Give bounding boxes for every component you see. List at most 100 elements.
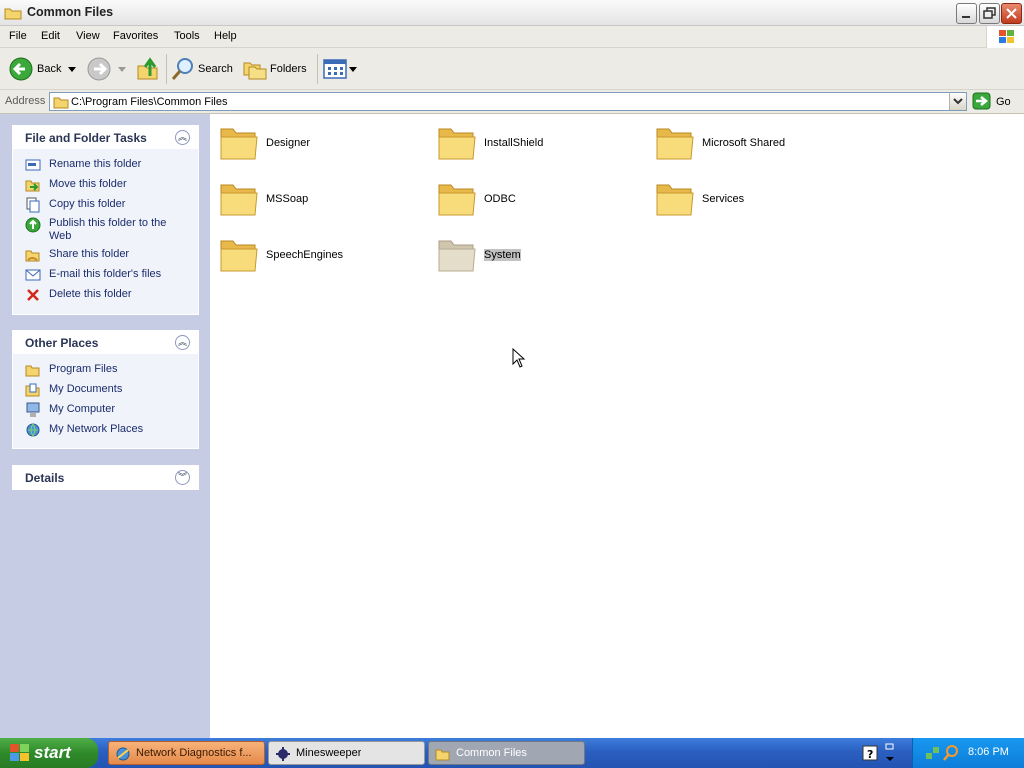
search-tray-icon[interactable] bbox=[943, 745, 959, 761]
folder-item[interactable]: Microsoft Shared bbox=[655, 123, 855, 167]
folder-item-selected[interactable]: System bbox=[437, 235, 637, 279]
system-tray: 8:06 PM bbox=[912, 738, 1024, 768]
email-icon bbox=[25, 269, 41, 281]
forward-button[interactable] bbox=[86, 54, 128, 84]
back-arrow-icon bbox=[9, 57, 33, 81]
folder-item[interactable]: Designer bbox=[219, 123, 419, 167]
menu-edit[interactable]: Edit bbox=[41, 30, 60, 42]
folder-icon bbox=[656, 128, 694, 160]
collapse-icon[interactable]: ︽ bbox=[175, 130, 190, 145]
go-button[interactable]: Go bbox=[972, 92, 1020, 111]
share-icon bbox=[25, 250, 40, 262]
my-computer-icon bbox=[26, 402, 40, 417]
folders-button[interactable]: Folders bbox=[242, 54, 312, 84]
details-panel: Details ︾ bbox=[12, 465, 199, 490]
expand-icon[interactable]: ︾ bbox=[175, 470, 190, 485]
folder-icon bbox=[438, 128, 476, 160]
panel-header[interactable]: Other Places ︽ bbox=[13, 331, 198, 354]
other-places-panel: Other Places ︽ Program Files My Document… bbox=[12, 330, 199, 449]
taskbar-button-minesweeper[interactable]: Minesweeper bbox=[268, 741, 425, 765]
address-bar: Address C:\Program Files\Common Files Go bbox=[0, 90, 1024, 114]
folder-icon bbox=[220, 240, 258, 272]
back-button[interactable]: Back bbox=[6, 54, 78, 84]
folder-icon bbox=[438, 240, 476, 272]
toolbar-separator bbox=[317, 54, 318, 84]
chevron-down-icon bbox=[349, 67, 357, 72]
toolbar-separator bbox=[166, 54, 167, 84]
folder-icon bbox=[53, 97, 69, 109]
file-folder-tasks-panel: File and Folder Tasks ︽ Rename this fold… bbox=[12, 125, 199, 315]
network-places-icon bbox=[26, 423, 40, 437]
menu-view[interactable]: View bbox=[76, 30, 100, 42]
help-icon[interactable]: ? bbox=[862, 745, 878, 761]
taskbar-button-network-diagnostics[interactable]: Network Diagnostics f... bbox=[108, 741, 265, 765]
network-tray-icon[interactable] bbox=[925, 745, 941, 761]
folder-icon bbox=[220, 184, 258, 216]
my-documents-icon bbox=[25, 383, 40, 397]
clock: 8:06 PM bbox=[968, 746, 1009, 758]
taskbar-button-common-files[interactable]: Common Files bbox=[428, 741, 585, 765]
windows-logo bbox=[986, 26, 1024, 48]
collapse-icon[interactable]: ︽ bbox=[175, 335, 190, 350]
start-button[interactable]: start bbox=[0, 738, 98, 768]
folder-item[interactable]: InstallShield bbox=[437, 123, 637, 167]
folder-item[interactable]: ODBC bbox=[437, 179, 637, 223]
close-button[interactable] bbox=[1001, 3, 1022, 24]
chevron-down-icon bbox=[68, 67, 76, 72]
up-folder-icon bbox=[137, 57, 158, 80]
address-dropdown-button[interactable] bbox=[949, 93, 966, 110]
forward-arrow-icon bbox=[87, 57, 111, 81]
menu-bar: File Edit View Favorites Tools Help bbox=[0, 26, 1024, 48]
network-diagnostics-icon bbox=[116, 747, 130, 761]
folder-view: Designer InstallShield Microsoft Shared … bbox=[210, 114, 1024, 738]
chevron-down-icon bbox=[118, 67, 126, 72]
rename-icon bbox=[25, 159, 41, 171]
go-arrow-icon bbox=[972, 92, 991, 110]
restore-icon bbox=[983, 7, 996, 19]
menu-favorites[interactable]: Favorites bbox=[113, 30, 158, 42]
panel-header[interactable]: Details ︾ bbox=[13, 466, 198, 489]
close-icon bbox=[1006, 8, 1017, 19]
svg-text:?: ? bbox=[867, 748, 873, 761]
mouse-cursor-icon bbox=[512, 348, 526, 368]
chevron-down-icon bbox=[953, 98, 963, 105]
windows-flag-icon bbox=[999, 30, 1014, 43]
minimize-icon bbox=[962, 16, 970, 18]
folder-item[interactable]: SpeechEngines bbox=[219, 235, 419, 279]
publish-web-icon bbox=[25, 217, 41, 233]
address-value: C:\Program Files\Common Files bbox=[71, 96, 228, 108]
taskbar: start Network Diagnostics f... Minesweep… bbox=[0, 738, 1024, 768]
folders-icon bbox=[243, 62, 267, 80]
folder-icon bbox=[220, 128, 258, 160]
address-field[interactable]: C:\Program Files\Common Files bbox=[49, 92, 967, 111]
views-button[interactable] bbox=[322, 54, 358, 84]
window-title: Common Files bbox=[27, 5, 114, 19]
folder-icon bbox=[435, 749, 450, 761]
folder-icon bbox=[25, 365, 40, 377]
windows-flag-icon bbox=[10, 744, 29, 761]
delete-icon bbox=[27, 289, 39, 301]
title-bar[interactable]: Common Files bbox=[0, 0, 1024, 26]
views-icon bbox=[323, 59, 347, 79]
folder-icon bbox=[4, 8, 22, 20]
language-bar-icon[interactable] bbox=[884, 743, 896, 763]
task-pane: File and Folder Tasks ︽ Rename this fold… bbox=[0, 114, 210, 738]
menu-file[interactable]: File bbox=[9, 30, 27, 42]
menu-tools[interactable]: Tools bbox=[174, 30, 200, 42]
panel-header[interactable]: File and Folder Tasks ︽ bbox=[13, 126, 198, 149]
folder-item[interactable]: MSSoap bbox=[219, 179, 419, 223]
minesweeper-icon bbox=[276, 747, 290, 761]
minimize-button[interactable] bbox=[956, 3, 977, 24]
search-icon bbox=[171, 58, 193, 80]
move-icon bbox=[25, 180, 40, 192]
restore-button[interactable] bbox=[979, 3, 1000, 24]
search-button[interactable]: Search bbox=[170, 54, 236, 84]
menu-help[interactable]: Help bbox=[214, 30, 237, 42]
up-folder-button[interactable] bbox=[135, 54, 161, 84]
address-label: Address bbox=[5, 95, 46, 107]
copy-icon bbox=[26, 197, 40, 213]
folder-icon bbox=[438, 184, 476, 216]
toolbar: Back Search Folders bbox=[0, 48, 1024, 90]
folder-icon bbox=[656, 184, 694, 216]
folder-item[interactable]: Services bbox=[655, 179, 855, 223]
